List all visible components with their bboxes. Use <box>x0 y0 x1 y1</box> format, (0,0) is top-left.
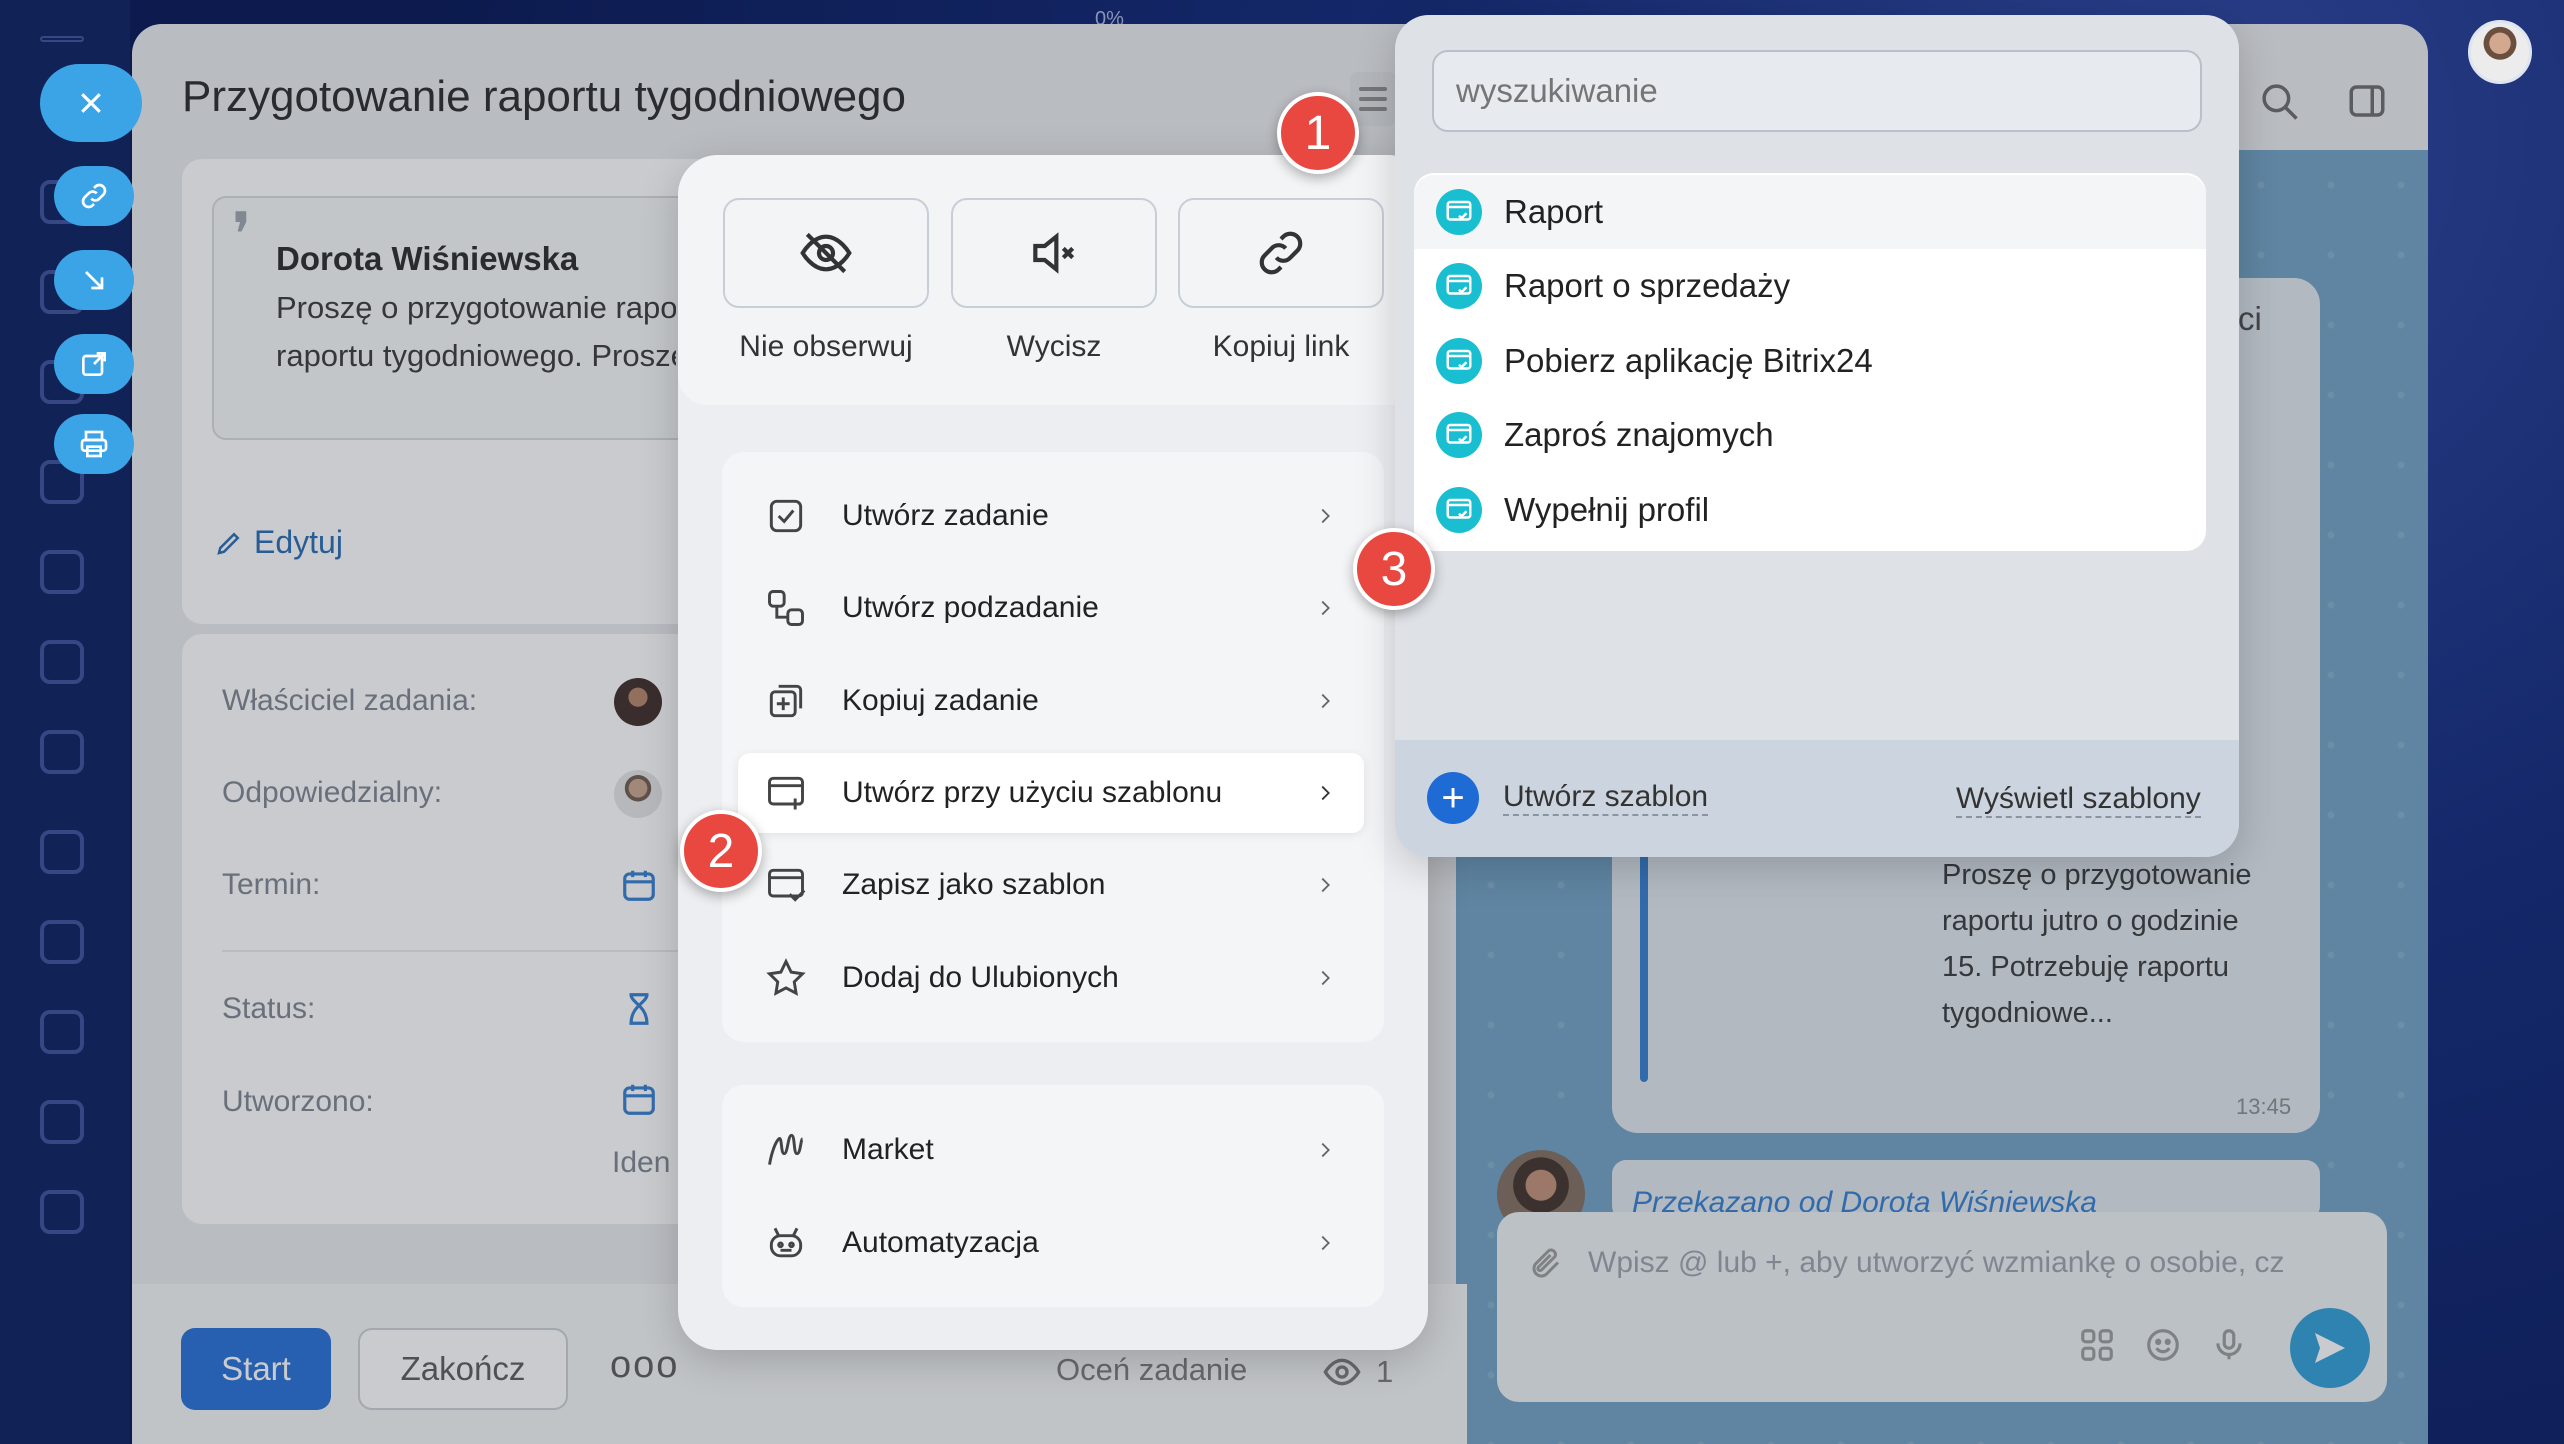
template-item[interactable]: Raport o sprzedaży <box>1414 249 2206 323</box>
menu-item-add-favorites[interactable]: Dodaj do Ulubionych <box>738 938 1364 1018</box>
template-item[interactable]: Zaproś znajomych <box>1414 398 2206 472</box>
mute-icon <box>1033 232 1075 274</box>
template-icon <box>1436 263 1482 309</box>
sidebar-icon[interactable] <box>40 1190 84 1234</box>
menu-item-copy-task[interactable]: Kopiuj zadanie <box>738 661 1364 741</box>
copy-link-label: Kopiuj link <box>1212 330 1350 363</box>
callout-badge: 3 <box>1353 528 1435 610</box>
template-item[interactable]: Pobierz aplikację Bitrix24 <box>1414 324 2206 398</box>
chevron-right-icon <box>1321 693 1330 709</box>
printer-icon <box>80 430 108 458</box>
template-item-label: Pobierz aplikację Bitrix24 <box>1504 342 1873 379</box>
template-icon <box>1436 412 1482 458</box>
menu-item-create-from-template[interactable]: Utwórz przy użyciu szablonu <box>738 753 1364 833</box>
chevron-right-icon <box>1321 1235 1330 1251</box>
copy-icon <box>769 684 803 718</box>
sidebar-icon[interactable] <box>40 640 84 684</box>
copy-link-button[interactable] <box>1178 198 1384 308</box>
template-item-label: Raport o sprzedaży <box>1504 267 1791 304</box>
sidebar-icon[interactable] <box>40 920 84 964</box>
template-add-icon <box>768 776 804 810</box>
template-item-label: Wypełnij profil <box>1504 491 1710 528</box>
template-item-label: Zaproś znajomych <box>1504 416 1774 453</box>
callout-badge: 2 <box>680 810 762 892</box>
link-icon <box>81 183 107 209</box>
menu-icon[interactable] <box>40 36 84 42</box>
menu-item-market[interactable]: Market <box>738 1110 1364 1190</box>
open-new-window-button[interactable] <box>54 334 134 394</box>
link-button[interactable] <box>54 166 134 226</box>
unfollow-label: Nie obserwuj <box>739 330 913 363</box>
link-icon <box>1259 231 1303 275</box>
external-link-icon <box>82 352 106 376</box>
view-templates-link[interactable]: Wyświetl szablony <box>1956 782 2201 818</box>
mute-label: Wycisz <box>1006 330 1102 363</box>
menu-item-create-subtask[interactable]: Utwórz podzadanie <box>738 568 1364 648</box>
menu-item-automation[interactable]: Automatyzacja <box>738 1203 1364 1283</box>
callout-badge: 1 <box>1277 92 1359 174</box>
menu-item-save-as-template[interactable]: Zapisz jako szablon <box>738 845 1364 925</box>
unfollow-button[interactable] <box>723 198 929 308</box>
chevron-right-icon <box>1321 508 1330 524</box>
print-button[interactable] <box>54 414 134 474</box>
user-avatar[interactable] <box>2468 20 2532 84</box>
subtask-icon <box>768 590 804 626</box>
checkbox-icon <box>769 499 803 533</box>
chevron-right-icon <box>1321 970 1330 986</box>
sidebar-icon[interactable] <box>40 550 84 594</box>
template-save-icon <box>768 868 806 902</box>
minimize-icon <box>85 271 104 290</box>
template-search-input[interactable] <box>1434 52 2200 130</box>
sidebar-icon[interactable] <box>40 1100 84 1144</box>
template-icon <box>1436 189 1482 235</box>
chevron-right-icon <box>1321 1142 1330 1158</box>
template-icon <box>1436 338 1482 384</box>
robot-icon <box>769 1227 803 1258</box>
chevron-right-icon <box>1321 877 1330 893</box>
mute-button[interactable] <box>951 198 1157 308</box>
sidebar-icon[interactable] <box>40 1010 84 1054</box>
chevron-right-icon <box>1321 785 1330 801</box>
create-template-button[interactable]: + Utwórz szablon <box>1427 772 1709 824</box>
close-icon <box>81 93 101 113</box>
template-icon <box>1436 487 1482 533</box>
template-item[interactable]: Raport <box>1414 175 2206 249</box>
sidebar-icon[interactable] <box>40 830 84 874</box>
sidebar-icon[interactable] <box>40 730 84 774</box>
template-item[interactable]: Wypełnij profil <box>1414 473 2206 547</box>
market-icon <box>768 1133 804 1165</box>
menu-item-create-task[interactable]: Utwórz zadanie <box>738 476 1364 556</box>
template-item-label: Raport <box>1504 193 1604 230</box>
template-search-field[interactable] <box>1432 50 2202 132</box>
chevron-right-icon <box>1321 600 1330 616</box>
star-icon <box>766 958 806 996</box>
minimize-button[interactable] <box>54 250 134 310</box>
close-button[interactable] <box>40 64 142 142</box>
eye-off-icon <box>800 232 852 274</box>
plus-icon: + <box>1427 772 1479 824</box>
